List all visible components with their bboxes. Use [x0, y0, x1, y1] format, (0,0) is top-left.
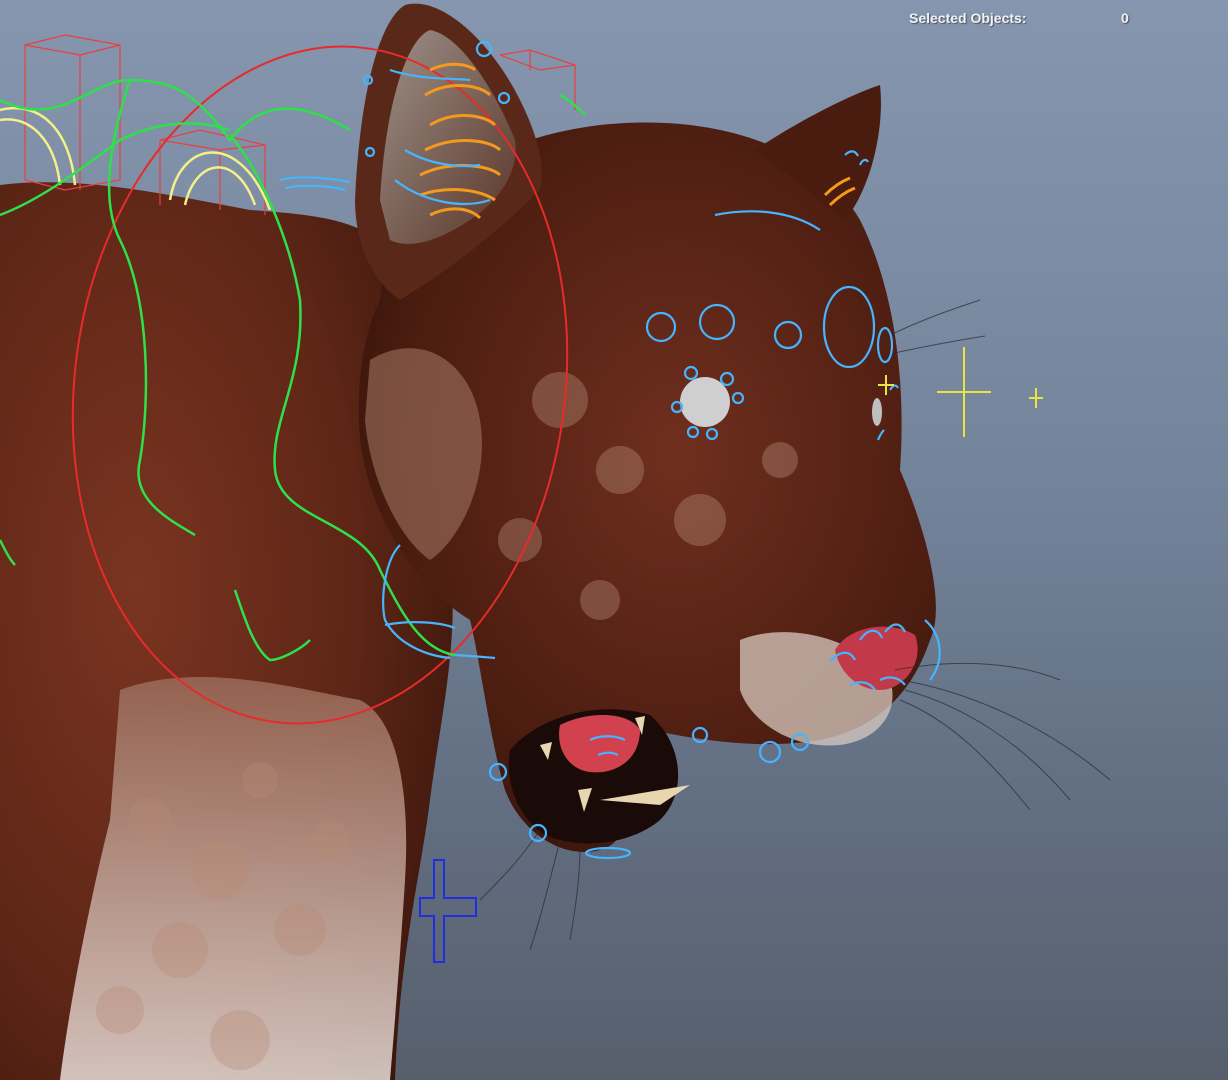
selected-objects-count: 0 [1121, 10, 1129, 26]
hud-selected-objects: Selected Objects: 0 [909, 10, 1139, 28]
cougar-eye[interactable] [680, 377, 730, 427]
3d-viewport[interactable]: Selected Objects: 0 [0, 0, 1228, 1080]
cougar-eye-far [872, 398, 882, 426]
scene-canvas[interactable] [0, 0, 1228, 1080]
manipulator-control[interactable] [419, 859, 477, 963]
locator-controls[interactable] [878, 347, 1043, 437]
selected-objects-label: Selected Objects: [909, 10, 1027, 26]
